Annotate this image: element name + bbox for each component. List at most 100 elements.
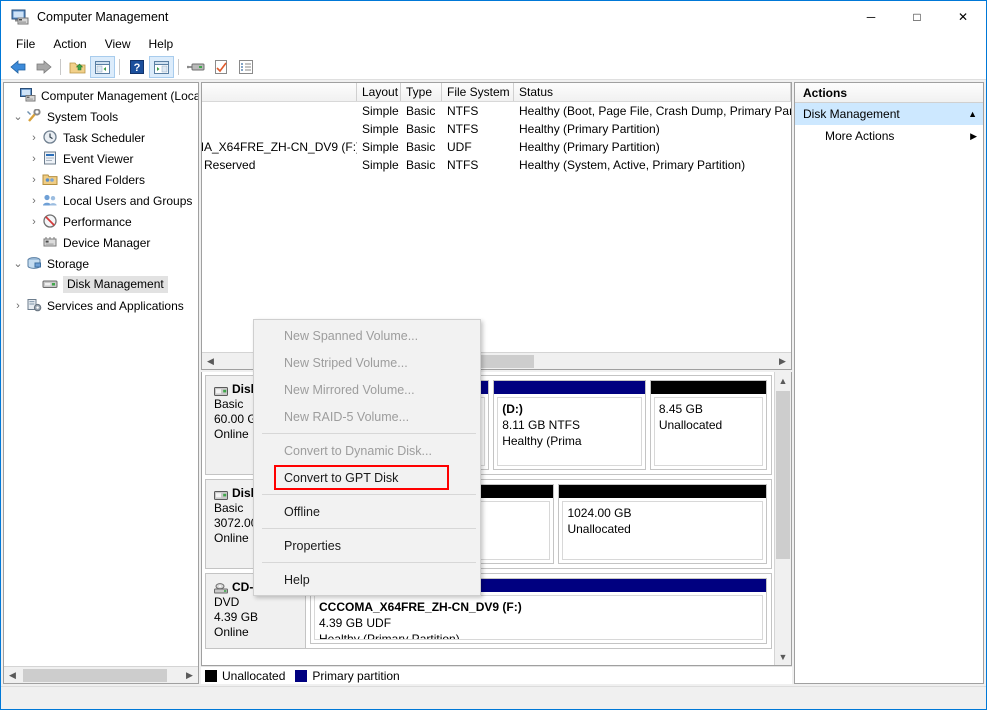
computer-management-window: Computer Management ─ □ ✕ File Action Vi… (0, 0, 987, 710)
column-header-file-system[interactable]: File System (442, 83, 514, 101)
chevron-right-icon[interactable]: › (10, 300, 26, 312)
window-title: Computer Management (37, 10, 169, 24)
volume-row[interactable]: n Reserved Simple Basic NTFS Healthy (System… (202, 156, 791, 174)
tree-item-performance[interactable]: › Performance (4, 211, 198, 232)
chevron-right-icon[interactable]: › (26, 216, 42, 228)
menu-help[interactable]: Help (140, 35, 183, 53)
local-users-icon (42, 193, 60, 209)
volume-filesystem-cell: UDF (447, 140, 472, 154)
tree-item-disk-management[interactable]: Disk Management (4, 274, 198, 295)
actions-item-more-actions[interactable]: More Actions ▶ (795, 125, 983, 147)
chevron-right-icon[interactable]: › (26, 174, 42, 186)
chevron-right-icon[interactable]: › (26, 132, 42, 144)
show-hide-action-pane-button[interactable] (149, 56, 174, 78)
volume-row[interactable]: Simple Basic NTFS Healthy (Primary Partitio… (202, 120, 791, 138)
actions-item-disk-management[interactable]: Disk Management ▲ (795, 103, 983, 125)
context-menu-item-convert-to-gpt-disk[interactable]: Convert to GPT Disk (254, 464, 480, 491)
tree-item-event-viewer[interactable]: › Event Viewer (4, 148, 198, 169)
tree-item-label: Event Viewer (63, 151, 134, 166)
disk-scroll-thumb[interactable] (776, 391, 790, 559)
collapse-chevron-icon[interactable]: ▲ (968, 109, 977, 119)
column-header-status[interactable]: Status (514, 83, 791, 101)
tree-item-storage[interactable]: ⌄ Storage (4, 253, 198, 274)
volume-layout-cell: Simple (362, 104, 399, 118)
tree-item-shared-folders[interactable]: › Shared Folders (4, 169, 198, 190)
volume-row[interactable]: MA_X64FRE_ZH-CN_DV9 (F:) Simple Basic UDF He… (202, 138, 791, 156)
show-hide-console-tree-icon (95, 60, 110, 74)
help-button[interactable]: ? (124, 56, 149, 78)
volume-scroll-right-icon[interactable]: ▶ (774, 354, 791, 369)
forward-icon (36, 60, 52, 74)
disk-icon (214, 385, 228, 396)
tree-scroll-right-icon[interactable]: ▶ (181, 668, 198, 683)
close-button[interactable]: ✕ (940, 1, 986, 33)
minimize-button[interactable]: ─ (848, 1, 894, 33)
storage-icon (26, 256, 44, 272)
tree-item-device-manager[interactable]: Device Manager (4, 232, 198, 253)
event-viewer-icon (42, 151, 60, 167)
tree-item-local-users-and-groups[interactable]: › Local Users and Groups (4, 190, 198, 211)
volume-filesystem-cell: NTFS (447, 104, 479, 118)
disk-type: DVD (214, 595, 240, 609)
tree-root[interactable]: Computer Management (Local (4, 85, 198, 106)
tree-horizontal-scrollbar[interactable]: ◀ ▶ (4, 666, 198, 683)
show-hide-console-tree-button[interactable] (90, 56, 115, 78)
rescan-disks-button[interactable] (183, 56, 208, 78)
tree-scroll-left-icon[interactable]: ◀ (4, 668, 21, 683)
menu-file[interactable]: File (7, 35, 44, 53)
console-tree-pane: Computer Management (Local ⌄ System Tools… (3, 82, 199, 684)
disk-management-icon (42, 277, 60, 293)
disk-scroll-track[interactable] (775, 389, 791, 648)
tree-item-system-tools[interactable]: ⌄ System Tools (4, 106, 198, 127)
maximize-button[interactable]: □ (894, 1, 940, 33)
toolbar-separator-3 (178, 59, 179, 75)
context-menu-item-properties[interactable]: Properties (254, 532, 480, 559)
tree-item-task-scheduler[interactable]: › Task Scheduler (4, 127, 198, 148)
context-menu-item-help[interactable]: Help (254, 566, 480, 593)
volume-row[interactable]: Simple Basic NTFS Healthy (Boot, Page File,… (202, 102, 791, 120)
partition-block[interactable]: 8.45 GB Unallocated (649, 380, 768, 470)
context-menu-item-label: Properties (284, 538, 341, 553)
volume-list-header: Layout Type File System Status (202, 83, 791, 102)
column-header-type[interactable]: Type (401, 83, 442, 101)
column-header-volume[interactable] (202, 83, 357, 101)
menu-view[interactable]: View (96, 35, 140, 53)
context-menu-item-offline[interactable]: Offline (254, 498, 480, 525)
tree-item-label: System Tools (47, 109, 119, 124)
context-menu-item-convert-to-dynamic-disk: Convert to Dynamic Disk... (254, 437, 480, 464)
column-header-layout[interactable]: Layout (357, 83, 401, 101)
back-button[interactable] (6, 56, 31, 78)
list-view-button[interactable] (233, 56, 258, 78)
disk-scroll-down-icon[interactable]: ▼ (775, 648, 791, 665)
partition-color-bar (494, 381, 645, 394)
chevron-right-icon[interactable]: › (26, 153, 42, 165)
system-tools-icon (26, 107, 44, 125)
up-folder-button[interactable] (65, 56, 90, 78)
main-body: Computer Management (Local ⌄ System Tools… (1, 80, 986, 686)
partition-block[interactable]: 1024.00 GB Unallocated (558, 484, 767, 564)
partition-label: CCCOMA_X64FRE_ZH-CN_DV9 (F:) (319, 600, 522, 614)
help-icon: ? (129, 60, 144, 74)
tree-scroll-thumb[interactable] (23, 668, 167, 682)
tree-item-services-and-applications[interactable]: › Services and Applications (4, 295, 198, 316)
volume-scroll-left-icon[interactable]: ◀ (202, 354, 219, 369)
list-view-icon (238, 60, 253, 74)
menu-action[interactable]: Action (44, 35, 95, 53)
properties-button[interactable] (208, 56, 233, 78)
chevron-down-icon[interactable]: ⌄ (10, 257, 26, 270)
legend-primary-partition: Primary partition (295, 669, 400, 683)
chevron-right-icon[interactable]: › (26, 195, 42, 207)
tree-item-label: Device Manager (63, 235, 151, 250)
partition-size: 4.39 GB UDF (319, 616, 392, 630)
legend-swatch-primary (295, 669, 308, 682)
chevron-down-icon[interactable]: ⌄ (10, 110, 26, 123)
tree-scroll-track[interactable] (21, 667, 181, 683)
properties-icon (214, 59, 227, 74)
disk-scroll-up-icon[interactable]: ▲ (775, 372, 791, 389)
disk-vertical-scrollbar[interactable]: ▲ ▼ (774, 372, 791, 665)
partition-details: CCCOMA_X64FRE_ZH-CN_DV9 (F:) 4.39 GB UDF H… (314, 595, 763, 640)
partition-block[interactable]: (D:) 8.11 GB NTFS Healthy (Prima (493, 380, 646, 470)
close-icon: ✕ (957, 10, 969, 24)
partition-color-bar (650, 381, 767, 394)
forward-button[interactable] (31, 56, 56, 78)
